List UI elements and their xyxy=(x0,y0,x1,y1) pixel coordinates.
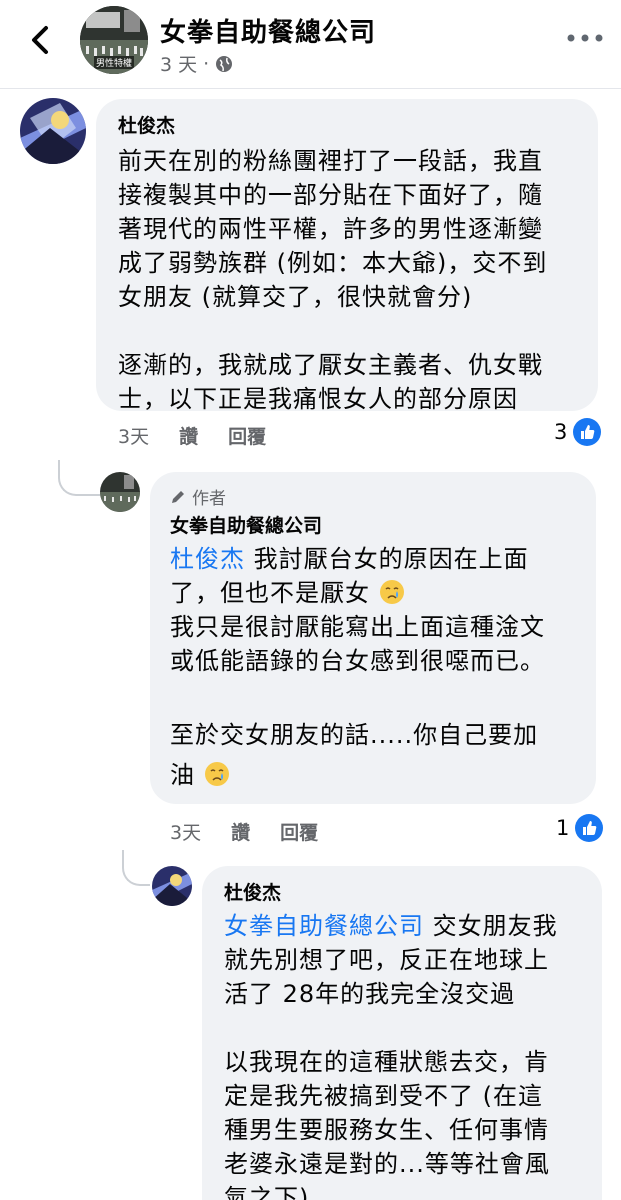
comment-author[interactable]: 女拳自助餐總公司 xyxy=(170,511,596,538)
meta-separator: · xyxy=(203,52,210,75)
thread-connector xyxy=(58,460,100,496)
like-button[interactable]: 讚 xyxy=(179,422,198,449)
text-line: 女朋友 (就算交了，很快就會分) xyxy=(118,283,473,311)
text-line: 定是我先被搞到受不了 (在這 xyxy=(224,1082,543,1110)
crying-face-icon xyxy=(204,762,229,786)
text-line: 活了 28年的我完全沒交過 xyxy=(224,980,516,1008)
crying-face-icon xyxy=(379,580,404,604)
text-line: 士，以下正是我痛恨女人的部分原因 xyxy=(118,385,518,413)
mention-link[interactable]: 杜俊杰 xyxy=(170,545,245,573)
pencil-icon xyxy=(172,490,184,503)
post-meta: 3 天 · xyxy=(160,50,233,77)
reply-button[interactable]: 回覆 xyxy=(228,422,266,449)
like-count: 1 xyxy=(556,816,570,840)
reply-bubble[interactable]: 作者 女拳自助餐總公司 杜俊杰 我討厭台女的原因在上面 了，但也不是厭女 我只是… xyxy=(150,472,596,804)
more-options-icon[interactable] xyxy=(563,26,607,50)
text-fragment: 交女朋友我 xyxy=(424,912,558,940)
text-line: 逐漸的，我就成了厭女主義者、仇女戰 xyxy=(118,351,543,379)
text-line: 就先別想了吧，反正在地球上 xyxy=(224,946,549,974)
page-header: 男性特權 女拳自助餐總公司 3 天 · xyxy=(0,0,621,88)
reaction-count[interactable]: 1 xyxy=(556,814,604,842)
avatar[interactable] xyxy=(20,98,86,164)
text-line: 接複製其中的一部分貼在下面好了，隨 xyxy=(118,181,543,209)
post-time: 3 天 xyxy=(160,54,198,76)
like-count: 3 xyxy=(554,420,568,444)
avatar-caption: 男性特權 xyxy=(94,56,135,69)
avatar[interactable] xyxy=(100,472,140,512)
text-line: 或低能語錄的台女感到很噁而已。 xyxy=(170,647,545,675)
comment-actions: 3天 讚 回覆 xyxy=(118,422,266,449)
back-arrow-icon[interactable] xyxy=(22,20,62,60)
text-line: 杜俊杰 我討厭台女的原因在上面 xyxy=(170,542,596,576)
mention-link[interactable]: 女拳自助餐總公司 xyxy=(224,912,424,940)
comment-time: 3天 xyxy=(170,822,202,844)
comment-time: 3天 xyxy=(118,426,150,448)
text-line: 油 xyxy=(170,758,596,792)
author-badge-label: 作者 xyxy=(192,489,226,509)
comment-text: 前天在別的粉絲團裡打了一段話，我直 接複製其中的一部分貼在下面好了，隨 著現代的… xyxy=(118,144,598,416)
page-avatar[interactable]: 男性特權 xyxy=(80,6,148,74)
text-line: 了，但也不是厭女 xyxy=(170,576,596,610)
page-title[interactable]: 女拳自助餐總公司 xyxy=(160,12,376,49)
thumbs-up-icon xyxy=(575,814,604,842)
thread-connector xyxy=(122,850,150,886)
thumbs-up-icon xyxy=(573,418,602,446)
like-button[interactable]: 讚 xyxy=(231,818,250,845)
author-badge: 作者 xyxy=(170,484,596,509)
comment-author[interactable]: 杜俊杰 xyxy=(118,111,598,138)
comment-text: 女拳自助餐總公司 交女朋友我 就先別想了吧，反正在地球上 活了 28年的我完全沒… xyxy=(224,909,602,1200)
text-line: 我只是很討厭能寫出上面這種淦文 xyxy=(170,613,545,641)
header-divider xyxy=(0,88,621,89)
text-line: 成了弱勢族群 (例如：本大爺)，交不到 xyxy=(118,249,548,277)
text-line: 以我現在的這種狀態去交，肯 xyxy=(224,1048,549,1076)
text-fragment: 了，但也不是厭女 xyxy=(170,579,370,607)
text-line: 著現代的兩性平權，許多的男性逐漸變 xyxy=(118,215,543,243)
text-line: 種男生要服務女生、任何事情 xyxy=(224,1116,549,1144)
reaction-count[interactable]: 3 xyxy=(554,418,602,446)
comment-actions: 3天 讚 回覆 xyxy=(170,818,318,845)
text-line: 至於交女朋友的話.....你自己要加 xyxy=(170,721,539,749)
text-line: 女拳自助餐總公司 交女朋友我 xyxy=(224,909,602,943)
comment-text: 杜俊杰 我討厭台女的原因在上面 了，但也不是厭女 我只是很討厭能寫出上面這種淦文… xyxy=(170,542,596,792)
text-line: 老婆永遠是對的...等等社會風 xyxy=(224,1150,550,1178)
text-fragment: 油 xyxy=(170,761,195,789)
text-line: 前天在別的粉絲團裡打了一段話，我直 xyxy=(118,147,543,175)
avatar[interactable] xyxy=(152,866,192,906)
reply-button[interactable]: 回覆 xyxy=(280,818,318,845)
globe-icon xyxy=(216,55,233,72)
comment-bubble[interactable]: 杜俊杰 前天在別的粉絲團裡打了一段話，我直 接複製其中的一部分貼在下面好了，隨 … xyxy=(96,99,598,413)
text-line: 氣之下) xyxy=(224,1184,310,1200)
text-fragment: 我討厭台女的原因在上面 xyxy=(245,545,529,573)
reply-bubble[interactable]: 杜俊杰 女拳自助餐總公司 交女朋友我 就先別想了吧，反正在地球上 活了 28年的… xyxy=(202,866,602,1200)
comment-author[interactable]: 杜俊杰 xyxy=(224,878,602,905)
